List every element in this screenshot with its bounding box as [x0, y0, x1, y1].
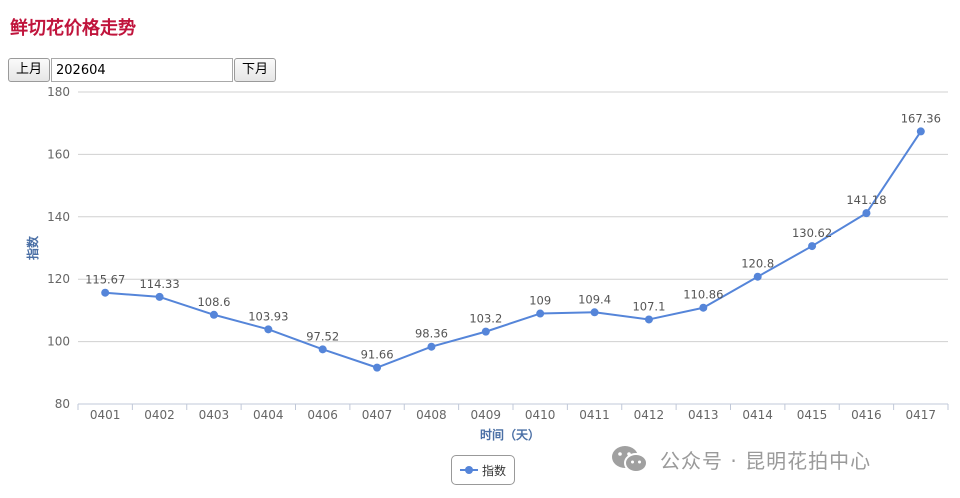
x-tick-label: 0416 — [851, 408, 882, 422]
legend-label: 指数 — [481, 463, 506, 478]
x-axis-title: 时间（天） — [480, 427, 540, 442]
data-point[interactable] — [699, 303, 708, 312]
data-label: 130.62 — [792, 226, 832, 240]
data-labels: 115.67 114.33 108.6 103.93 97.52 91.66 98.36 10… — [85, 111, 941, 361]
price-index-chart: 80 100 120 140 160 180 0401 0402 0403 0404 0406 040… — [25, 85, 949, 442]
x-tick-label: 0401 — [90, 408, 121, 422]
data-point[interactable] — [862, 209, 871, 218]
data-label: 109 — [529, 294, 551, 308]
x-tick-label: 0412 — [634, 408, 665, 422]
data-label: 109.4 — [578, 292, 611, 306]
series-path — [105, 130, 922, 369]
data-label: 91.66 — [361, 348, 394, 362]
x-tick-label: 0417 — [906, 408, 937, 422]
x-tick-label: 0409 — [471, 408, 502, 422]
x-tick-label: 0413 — [688, 408, 719, 422]
y-axis-title: 指数 — [25, 235, 40, 260]
data-point[interactable] — [155, 292, 164, 301]
data-point[interactable] — [808, 242, 817, 251]
watermark: 公众号 · 昆明花拍中心 — [610, 444, 871, 474]
data-label: 115.67 — [85, 273, 125, 287]
x-tick-label: 0406 — [307, 408, 338, 422]
data-point[interactable] — [318, 345, 327, 354]
y-tick-label: 100 — [47, 335, 70, 349]
wechat-icon — [612, 446, 648, 473]
data-label: 141.18 — [846, 193, 886, 207]
watermark-text: 公众号 · 昆明花拍中心 — [660, 448, 872, 473]
x-tick-label: 0407 — [362, 408, 393, 422]
data-label: 108.6 — [197, 295, 230, 309]
series-line — [101, 127, 925, 372]
data-point[interactable] — [536, 309, 545, 318]
data-point[interactable] — [101, 288, 110, 297]
data-point[interactable] — [209, 310, 218, 319]
y-tick-label: 120 — [47, 272, 70, 286]
data-label: 103.93 — [248, 309, 288, 323]
data-point[interactable] — [916, 127, 925, 136]
data-point[interactable] — [264, 325, 273, 334]
x-tick-label: 0410 — [525, 408, 556, 422]
data-label: 114.33 — [139, 277, 179, 291]
legend-item-index[interactable]: 指数 — [451, 455, 515, 485]
data-point[interactable] — [753, 272, 762, 281]
y-tick-label: 180 — [47, 85, 70, 99]
data-point[interactable] — [373, 363, 382, 372]
y-tick-label: 160 — [47, 147, 70, 161]
legend-line-marker-icon — [459, 465, 478, 475]
data-point[interactable] — [644, 315, 653, 324]
data-label: 97.52 — [306, 329, 339, 343]
data-label: 107.1 — [632, 299, 665, 313]
data-point[interactable] — [481, 327, 490, 336]
data-label: 167.36 — [901, 111, 941, 125]
x-tick-label: 0402 — [144, 408, 175, 422]
y-tick-label: 140 — [47, 210, 70, 224]
data-point[interactable] — [590, 308, 599, 317]
y-tick-label: 80 — [55, 397, 70, 411]
x-tick-label: 0408 — [416, 408, 447, 422]
data-label: 110.86 — [683, 288, 723, 302]
x-tick-label: 0411 — [579, 408, 610, 422]
grid-lines — [78, 91, 948, 405]
axes: 80 100 120 140 160 180 0401 0402 0403 0404 0406 040… — [47, 85, 949, 422]
data-label: 103.2 — [469, 312, 502, 326]
x-tick-label: 0414 — [742, 408, 773, 422]
x-tick-label: 0403 — [199, 408, 230, 422]
x-tick-label: 0404 — [253, 408, 284, 422]
data-label: 120.8 — [741, 257, 774, 271]
x-tick-label: 0415 — [797, 408, 828, 422]
data-label: 98.36 — [415, 327, 448, 341]
data-point[interactable] — [427, 342, 436, 351]
